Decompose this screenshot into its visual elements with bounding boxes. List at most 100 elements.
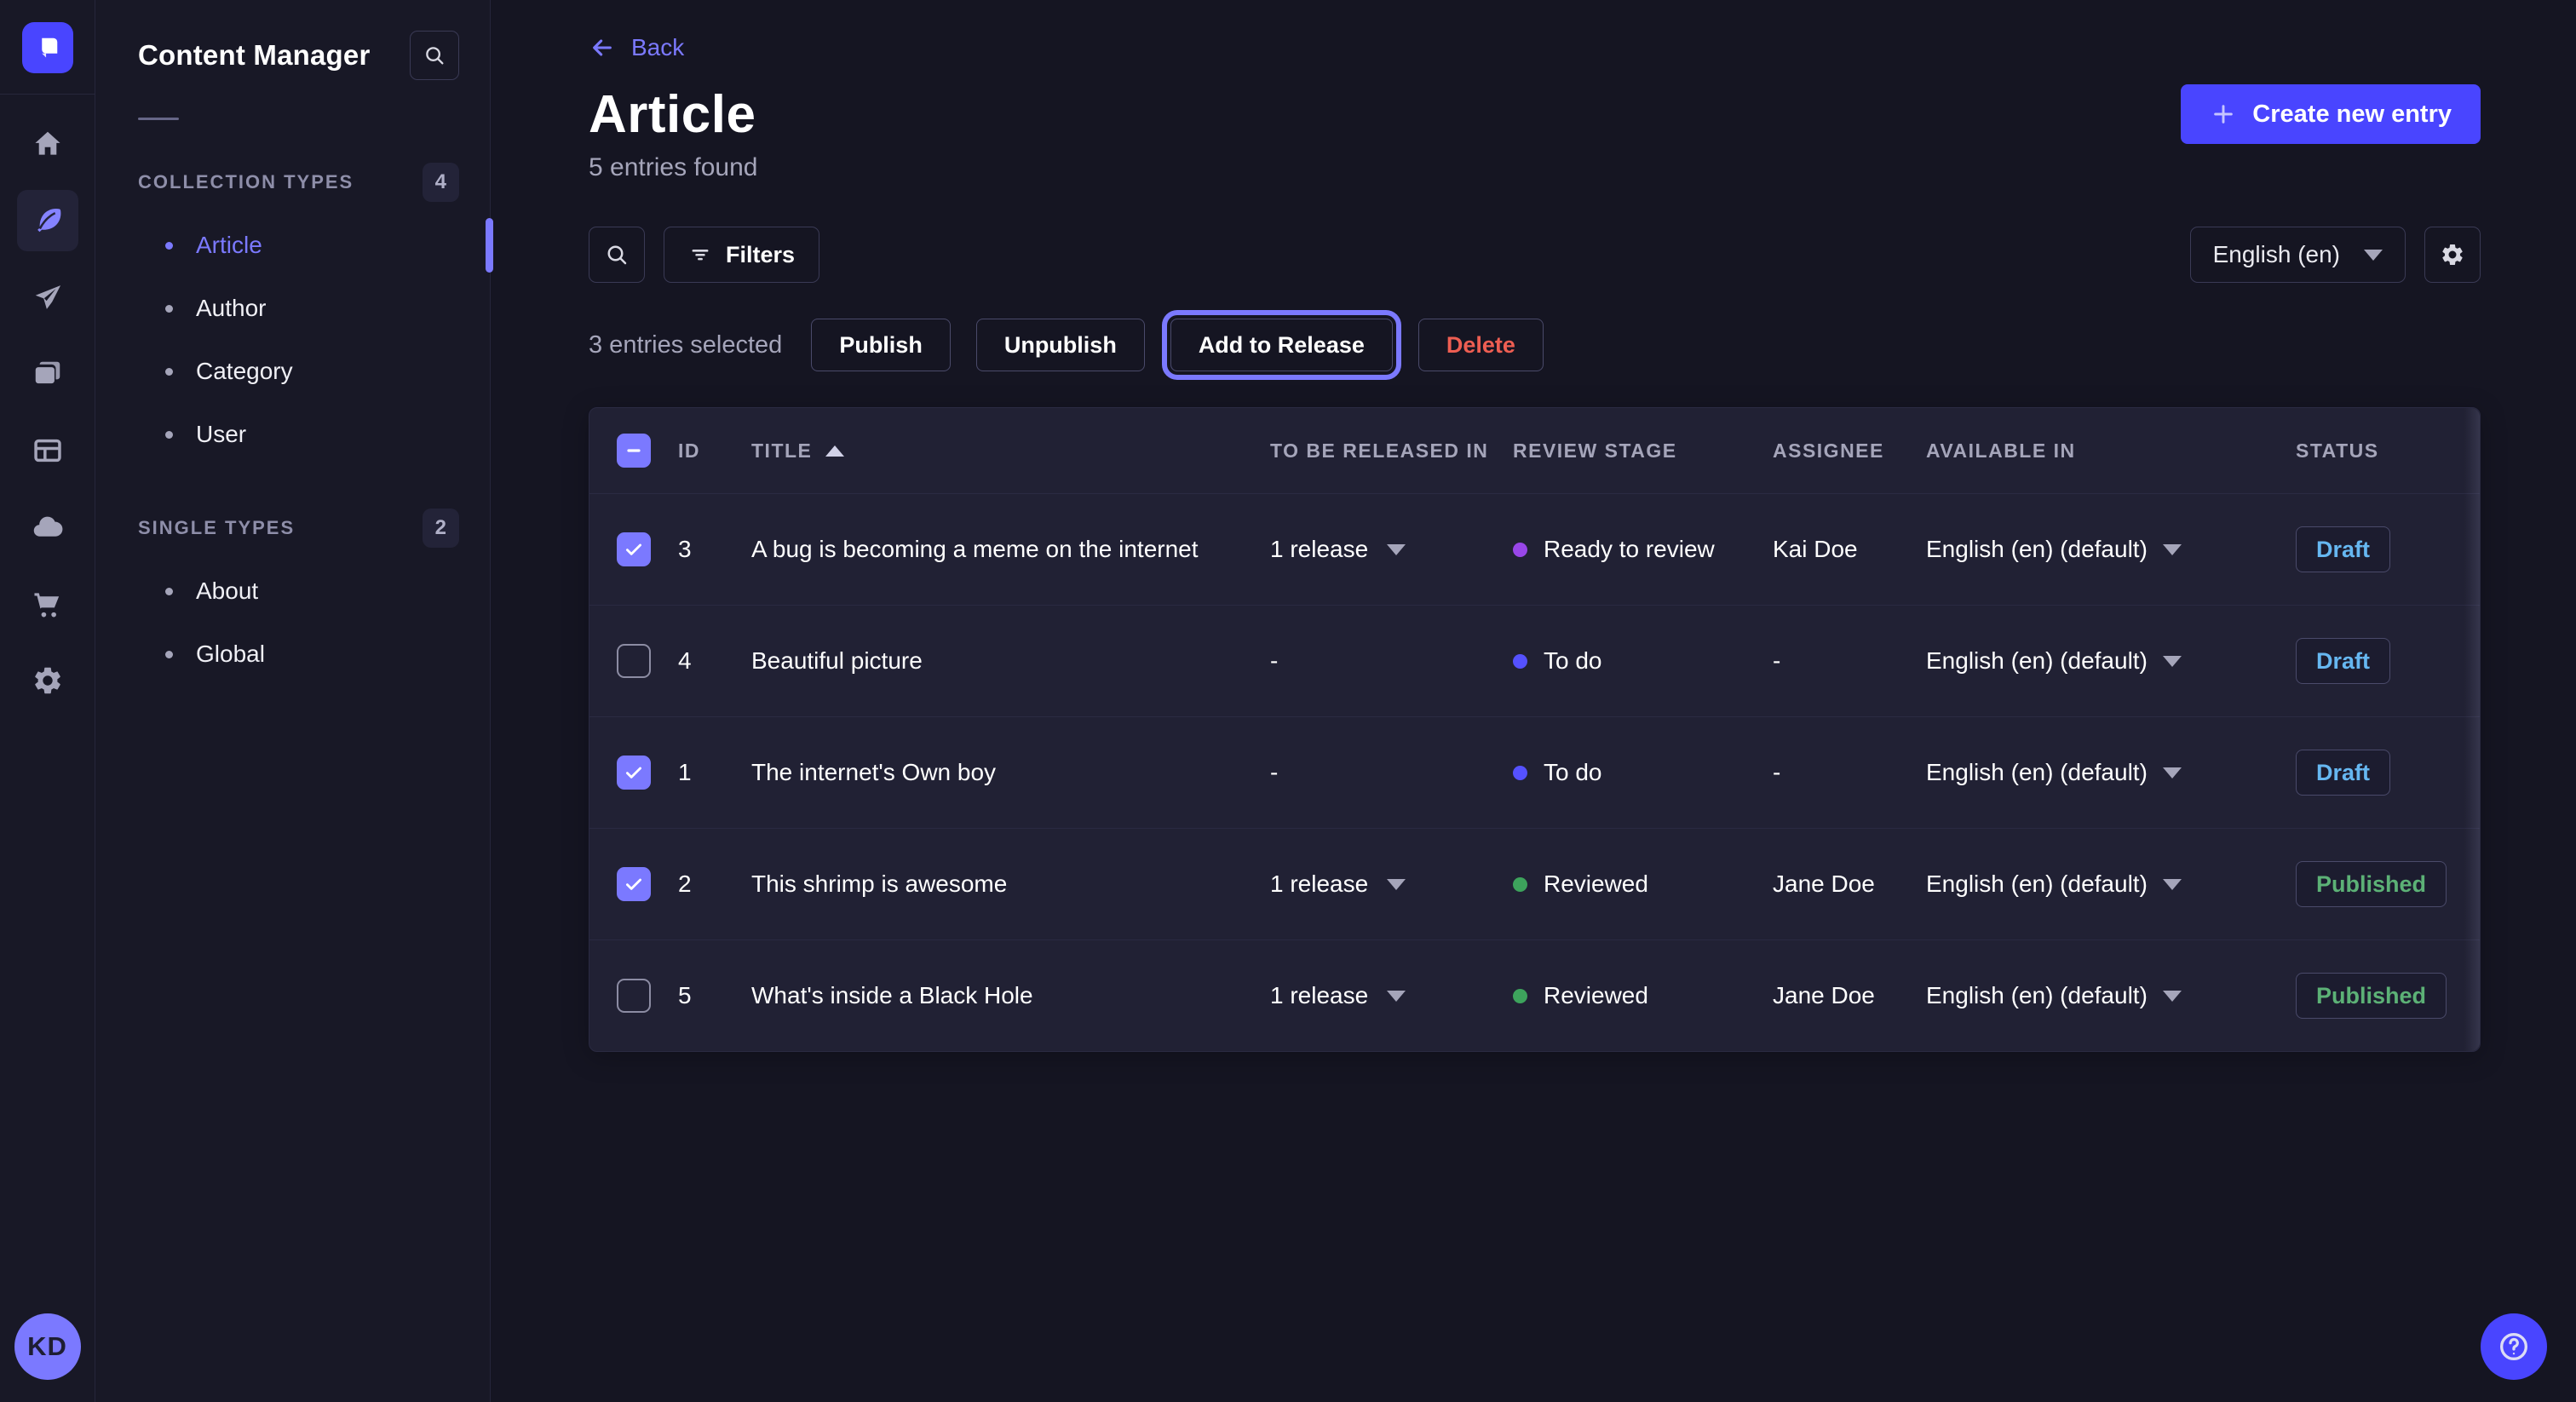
column-header-id: ID	[678, 440, 751, 463]
bullet-icon	[165, 242, 173, 250]
question-circle-icon	[2497, 1330, 2531, 1364]
selection-count: 3 entries selected	[589, 331, 782, 359]
cloud-icon	[32, 511, 64, 543]
content-type-builder-nav-item[interactable]	[17, 420, 78, 481]
chevron-down-icon	[2163, 879, 2182, 890]
chevron-down-icon	[2163, 544, 2182, 555]
available-in-cell[interactable]: English (en) (default)	[1926, 982, 2296, 1009]
status-badge: Draft	[2296, 750, 2390, 796]
entries-table: IDTITLETO BE RELEASED INREVIEW STAGEASSI…	[589, 407, 2481, 1052]
release-value: 1 release	[1270, 982, 1368, 1009]
available-in-cell[interactable]: English (en) (default)	[1926, 871, 2296, 898]
help-button[interactable]	[2481, 1313, 2547, 1380]
media-library-nav-item[interactable]	[17, 343, 78, 405]
column-header-available-in: AVAILABLE IN	[1926, 440, 2296, 463]
sidebar-item-global[interactable]: Global	[138, 623, 459, 686]
table-row[interactable]: 2This shrimp is awesome1 releaseReviewed…	[589, 828, 2480, 939]
page-title: Article	[589, 84, 756, 145]
table-row[interactable]: 1The internet's Own boy-To do-English (e…	[589, 716, 2480, 828]
subnav-search-button[interactable]	[410, 31, 459, 80]
table-row[interactable]: 5What's inside a Black Hole1 releaseRevi…	[589, 939, 2480, 1051]
review-stage-cell: Ready to review	[1513, 536, 1773, 563]
id-cell: 3	[678, 536, 751, 563]
content-manager-feather-nav-item[interactable]	[17, 190, 78, 251]
marketplace-cart-nav-item[interactable]	[17, 573, 78, 635]
releases-paper-plane-nav-item[interactable]	[17, 267, 78, 328]
user-avatar[interactable]: KD	[14, 1313, 81, 1380]
column-header-title[interactable]: TITLE	[751, 440, 1270, 463]
row-select-cell	[589, 979, 678, 1013]
table-row[interactable]: 3A bug is becoming a meme on the interne…	[589, 493, 2480, 605]
locale-label: English (en) (default)	[1926, 759, 2148, 786]
row-checkbox[interactable]	[617, 644, 651, 678]
media-library-icon	[32, 358, 64, 390]
content-type-builder-icon	[32, 434, 64, 467]
sidebar-item-author[interactable]: Author	[138, 277, 459, 340]
locale-label: English (en) (default)	[1926, 647, 2148, 675]
status-cell: Draft	[2296, 526, 2480, 572]
sidebar-item-label: Article	[196, 232, 262, 259]
available-in-cell[interactable]: English (en) (default)	[1926, 536, 2296, 563]
available-in-cell[interactable]: English (en) (default)	[1926, 759, 2296, 786]
main-content: Back Article Create new entry 5 entries …	[491, 0, 2576, 1402]
filters-button[interactable]: Filters	[664, 227, 819, 283]
sidebar-item-article[interactable]: Article	[138, 214, 459, 277]
unpublish-button[interactable]: Unpublish	[976, 319, 1145, 371]
review-stage-cell: To do	[1513, 647, 1773, 675]
table-row[interactable]: 4Beautiful picture-To do-English (en) (d…	[589, 605, 2480, 716]
row-checkbox[interactable]	[617, 532, 651, 566]
row-checkbox[interactable]	[617, 979, 651, 1013]
delete-button[interactable]: Delete	[1418, 319, 1544, 371]
release-value: -	[1270, 759, 1278, 786]
chevron-down-icon	[2364, 250, 2383, 261]
stage-label: To do	[1544, 759, 1602, 786]
column-header-review-stage: REVIEW STAGE	[1513, 440, 1773, 463]
sort-ascending-icon	[825, 445, 844, 457]
bullet-icon	[165, 588, 173, 595]
sidebar-item-label: Global	[196, 641, 265, 668]
sidebar-item-category[interactable]: Category	[138, 340, 459, 403]
create-new-entry-button[interactable]: Create new entry	[2181, 84, 2481, 144]
assignee-cell: Jane Doe	[1773, 871, 1926, 898]
sidebar-item-user[interactable]: User	[138, 403, 459, 466]
release-cell[interactable]: 1 release	[1270, 536, 1513, 563]
chevron-down-icon	[1387, 991, 1406, 1002]
row-checkbox[interactable]	[617, 756, 651, 790]
available-in-cell[interactable]: English (en) (default)	[1926, 647, 2296, 675]
add-to-release-button[interactable]: Add to Release	[1170, 319, 1393, 371]
strapi-logo[interactable]	[22, 22, 73, 73]
release-cell: -	[1270, 759, 1513, 786]
content-manager-subnav: Content Manager COLLECTION TYPES4Article…	[95, 0, 491, 1402]
back-label: Back	[631, 34, 684, 61]
sidebar-item-label: User	[196, 421, 246, 448]
chevron-down-icon	[2163, 656, 2182, 667]
sidebar-item-about[interactable]: About	[138, 560, 459, 623]
settings-gear-nav-item[interactable]	[17, 650, 78, 711]
column-header-assignee: ASSIGNEE	[1773, 440, 1926, 463]
locale-select[interactable]: English (en)	[2190, 227, 2406, 283]
release-cell[interactable]: 1 release	[1270, 871, 1513, 898]
chevron-down-icon	[2163, 991, 2182, 1002]
table-search-button[interactable]	[589, 227, 645, 283]
release-cell[interactable]: 1 release	[1270, 982, 1513, 1009]
entries-count: 5 entries found	[589, 153, 2481, 182]
release-value: 1 release	[1270, 536, 1368, 563]
cloud-nav-item[interactable]	[17, 497, 78, 558]
chevron-down-icon	[2163, 767, 2182, 779]
table-body: 3A bug is becoming a meme on the interne…	[589, 493, 2480, 1051]
assignee-cell: Kai Doe	[1773, 536, 1926, 563]
locale-label: English (en) (default)	[1926, 982, 2148, 1009]
stage-label: Ready to review	[1544, 536, 1715, 563]
bullet-icon	[165, 431, 173, 439]
home-nav-item[interactable]	[17, 113, 78, 175]
select-all-checkbox[interactable]	[617, 434, 651, 468]
title-cell: A bug is becoming a meme on the internet	[751, 536, 1270, 563]
stage-dot-icon	[1513, 989, 1527, 1003]
back-link[interactable]: Back	[589, 34, 684, 61]
main-nav-rail: KD	[0, 0, 95, 1402]
view-settings-button[interactable]	[2424, 227, 2481, 283]
assignee-cell: Jane Doe	[1773, 982, 1926, 1009]
publish-button[interactable]: Publish	[811, 319, 951, 371]
row-checkbox[interactable]	[617, 867, 651, 901]
stage-dot-icon	[1513, 654, 1527, 669]
